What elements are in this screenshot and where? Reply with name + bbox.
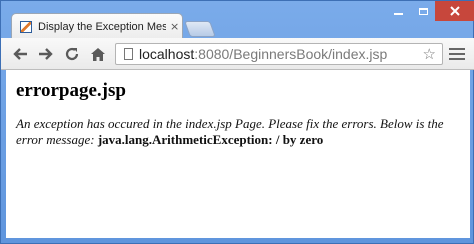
tab-active[interactable]: Display the Exception Mes ×: [11, 13, 183, 39]
forward-button[interactable]: [37, 45, 55, 63]
page-heading: errorpage.jsp: [16, 80, 126, 101]
maximize-icon: [418, 7, 428, 15]
home-button[interactable]: [89, 45, 107, 63]
maximize-button[interactable]: [411, 1, 435, 21]
close-icon: [450, 6, 460, 16]
url-text[interactable]: localhost:8080/BeginnersBook/index.jsp: [139, 46, 387, 62]
close-window-button[interactable]: [435, 1, 474, 21]
reload-icon: [65, 47, 79, 61]
forward-arrow-icon: [39, 48, 53, 60]
minimize-button[interactable]: [385, 1, 411, 21]
back-arrow-icon: [13, 48, 27, 60]
page-icon: [124, 48, 133, 60]
address-bar[interactable]: localhost:8080/BeginnersBook/index.jsp ☆: [115, 43, 443, 65]
error-message: An exception has occured in the index.js…: [16, 116, 462, 148]
page-content: errorpage.jsp An exception has occured i…: [6, 70, 470, 238]
browser-toolbar: localhost:8080/BeginnersBook/index.jsp ☆: [1, 38, 474, 70]
back-button[interactable]: [11, 45, 29, 63]
favicon-icon: [20, 20, 32, 33]
url-path: :8080/BeginnersBook/index.jsp: [194, 46, 388, 62]
tab-title: Display the Exception Mes: [38, 20, 166, 33]
menu-button[interactable]: [449, 48, 465, 61]
exception-text: java.lang.ArithmeticException: / by zero: [97, 132, 324, 147]
browser-window: Display the Exception Mes × localhost:80…: [0, 0, 474, 244]
star-icon[interactable]: ☆: [423, 45, 436, 63]
home-icon: [91, 47, 105, 61]
url-host: localhost: [139, 46, 195, 62]
minimize-icon: [393, 13, 403, 15]
new-tab-button[interactable]: [184, 21, 216, 37]
tab-close-icon[interactable]: ×: [170, 20, 179, 33]
reload-button[interactable]: [63, 45, 81, 63]
